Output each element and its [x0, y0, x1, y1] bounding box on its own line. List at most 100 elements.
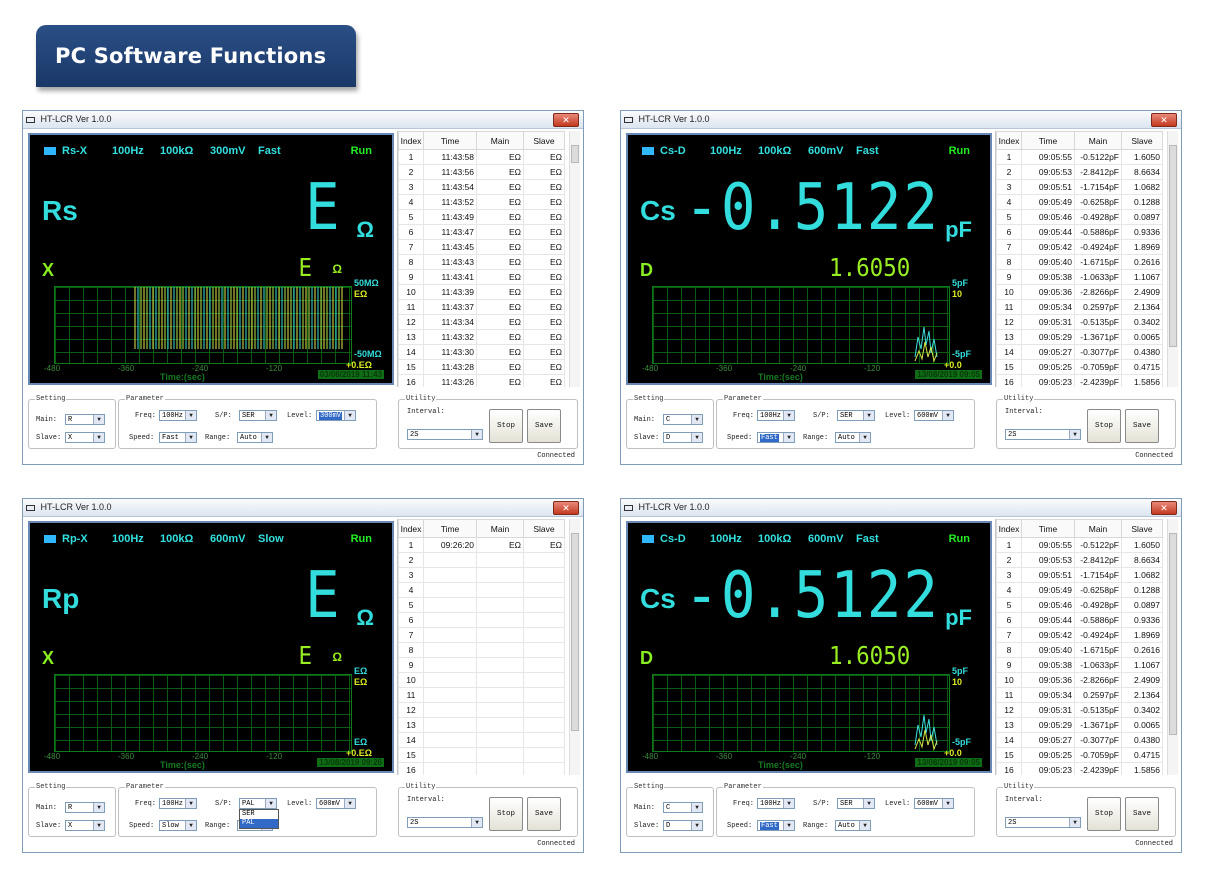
- table-row[interactable]: 9 09:05:38 -1.0633pF 1.1067: [996, 269, 1163, 285]
- table-row[interactable]: 6: [398, 612, 565, 628]
- table-row[interactable]: 16 11:43:26 EΩ EΩ: [398, 374, 565, 387]
- speed-select[interactable]: Fast ▼: [757, 820, 795, 831]
- col-main[interactable]: Main: [476, 131, 524, 150]
- sp-select[interactable]: SER ▼: [837, 798, 875, 809]
- table-row[interactable]: 3 09:05:51 -1.7154pF 1.0682: [996, 567, 1163, 583]
- sp-dropdown-list[interactable]: SER PAL: [239, 809, 279, 829]
- table-row[interactable]: 16 09:05:23 -2.4239pF 1.5856: [996, 374, 1163, 387]
- close-button[interactable]: ✕: [553, 501, 579, 515]
- table-row[interactable]: 14 09:05:27 -0.3077pF 0.4380: [996, 732, 1163, 748]
- col-time[interactable]: Time: [423, 519, 477, 538]
- level-select[interactable]: 600mV ▼: [914, 798, 954, 809]
- sp-select[interactable]: PAL ▼: [239, 798, 277, 809]
- table-row[interactable]: 9: [398, 657, 565, 673]
- main-select[interactable]: C ▼: [663, 802, 703, 813]
- table-row[interactable]: 8 09:05:40 -1.6715pF 0.2616: [996, 254, 1163, 270]
- table-row[interactable]: 14: [398, 732, 565, 748]
- table-row[interactable]: 10: [398, 672, 565, 688]
- stop-button[interactable]: Stop: [1087, 797, 1121, 831]
- table-row[interactable]: 2 11:43:56 EΩ EΩ: [398, 164, 565, 180]
- table-row[interactable]: 1 09:05:55 -0.5122pF 1.6050: [996, 149, 1163, 165]
- speed-select[interactable]: Slow ▼: [159, 820, 197, 831]
- freq-select[interactable]: 100Hz ▼: [757, 798, 795, 809]
- stop-button[interactable]: Stop: [1087, 409, 1121, 443]
- table-row[interactable]: 3 11:43:54 EΩ EΩ: [398, 179, 565, 195]
- close-button[interactable]: ✕: [1151, 113, 1177, 127]
- level-select[interactable]: 600mV ▼: [316, 798, 356, 809]
- table-row[interactable]: 5: [398, 597, 565, 613]
- main-select[interactable]: C ▼: [663, 414, 703, 425]
- dropdown-option[interactable]: PAL: [240, 819, 278, 828]
- col-slave[interactable]: Slave: [1121, 131, 1163, 150]
- table-scrollbar[interactable]: [569, 519, 580, 775]
- freq-select[interactable]: 100Hz ▼: [159, 798, 197, 809]
- table-scrollbar[interactable]: [1167, 131, 1178, 387]
- table-row[interactable]: 8: [398, 642, 565, 658]
- table-row[interactable]: 8 09:05:40 -1.6715pF 0.2616: [996, 642, 1163, 658]
- col-index[interactable]: Index: [398, 519, 424, 538]
- scroll-thumb[interactable]: [1169, 145, 1177, 347]
- range-select[interactable]: Auto ▼: [835, 820, 871, 831]
- table-row[interactable]: 12 11:43:34 EΩ EΩ: [398, 314, 565, 330]
- table-row[interactable]: 13: [398, 717, 565, 733]
- title-bar[interactable]: HT-LCR Ver 1.0.0 ✕: [23, 111, 583, 129]
- table-row[interactable]: 12 09:05:31 -0.5135pF 0.3402: [996, 702, 1163, 718]
- scroll-thumb[interactable]: [571, 145, 579, 163]
- table-row[interactable]: 11 11:43:37 EΩ EΩ: [398, 299, 565, 315]
- col-slave[interactable]: Slave: [523, 131, 565, 150]
- save-button[interactable]: Save: [527, 409, 561, 443]
- col-slave[interactable]: Slave: [1121, 519, 1163, 538]
- col-time[interactable]: Time: [1021, 519, 1075, 538]
- table-row[interactable]: 10 11:43:39 EΩ EΩ: [398, 284, 565, 300]
- slave-select[interactable]: X ▼: [65, 820, 105, 831]
- table-row[interactable]: 15 09:05:25 -0.7059pF 0.4715: [996, 747, 1163, 763]
- table-row[interactable]: 11 09:05:34 0.2597pF 2.1364: [996, 299, 1163, 315]
- interval-select[interactable]: 2S ▼: [407, 429, 483, 440]
- table-row[interactable]: 5 09:05:46 -0.4928pF 0.0897: [996, 597, 1163, 613]
- title-bar[interactable]: HT-LCR Ver 1.0.0 ✕: [621, 499, 1181, 517]
- table-row[interactable]: 2: [398, 552, 565, 568]
- table-row[interactable]: 12: [398, 702, 565, 718]
- main-select[interactable]: R ▼: [65, 802, 105, 813]
- table-row[interactable]: 7: [398, 627, 565, 643]
- table-row[interactable]: 7 09:05:42 -0.4924pF 1.8969: [996, 627, 1163, 643]
- table-row[interactable]: 4: [398, 582, 565, 598]
- col-main[interactable]: Main: [1074, 131, 1122, 150]
- title-bar[interactable]: HT-LCR Ver 1.0.0 ✕: [621, 111, 1181, 129]
- stop-button[interactable]: Stop: [489, 409, 523, 443]
- col-index[interactable]: Index: [996, 519, 1022, 538]
- slave-select[interactable]: D ▼: [663, 432, 703, 443]
- table-row[interactable]: 14 09:05:27 -0.3077pF 0.4380: [996, 344, 1163, 360]
- title-bar[interactable]: HT-LCR Ver 1.0.0 ✕: [23, 499, 583, 517]
- scroll-thumb[interactable]: [1169, 533, 1177, 735]
- table-row[interactable]: 1 09:26:20 EΩ EΩ: [398, 537, 565, 553]
- range-select[interactable]: Auto ▼: [835, 432, 871, 443]
- col-time[interactable]: Time: [423, 131, 477, 150]
- col-main[interactable]: Main: [476, 519, 524, 538]
- freq-select[interactable]: 100Hz ▼: [159, 410, 197, 421]
- close-button[interactable]: ✕: [1151, 501, 1177, 515]
- table-row[interactable]: 6 11:43:47 EΩ EΩ: [398, 224, 565, 240]
- table-row[interactable]: 3: [398, 567, 565, 583]
- table-row[interactable]: 2 09:05:53 -2.8412pF 8.6634: [996, 552, 1163, 568]
- save-button[interactable]: Save: [1125, 797, 1159, 831]
- table-row[interactable]: 16 09:05:23 -2.4239pF 1.5856: [996, 762, 1163, 775]
- table-row[interactable]: 1 11:43:58 EΩ EΩ: [398, 149, 565, 165]
- table-row[interactable]: 14 11:43:30 EΩ EΩ: [398, 344, 565, 360]
- table-row[interactable]: 4 09:05:49 -0.6258pF 0.1288: [996, 194, 1163, 210]
- save-button[interactable]: Save: [527, 797, 561, 831]
- col-time[interactable]: Time: [1021, 131, 1075, 150]
- interval-select[interactable]: 2S ▼: [1005, 817, 1081, 828]
- table-row[interactable]: 15 11:43:28 EΩ EΩ: [398, 359, 565, 375]
- close-button[interactable]: ✕: [553, 113, 579, 127]
- stop-button[interactable]: Stop: [489, 797, 523, 831]
- table-row[interactable]: 13 09:05:29 -1.3671pF 0.0065: [996, 329, 1163, 345]
- col-index[interactable]: Index: [398, 131, 424, 150]
- table-row[interactable]: 6 09:05:44 -0.5886pF 0.9336: [996, 612, 1163, 628]
- table-row[interactable]: 10 09:05:36 -2.8266pF 2.4909: [996, 284, 1163, 300]
- table-row[interactable]: 4 09:05:49 -0.6258pF 0.1288: [996, 582, 1163, 598]
- sp-select[interactable]: SER ▼: [239, 410, 277, 421]
- table-row[interactable]: 11: [398, 687, 565, 703]
- col-main[interactable]: Main: [1074, 519, 1122, 538]
- table-row[interactable]: 2 09:05:53 -2.8412pF 8.6634: [996, 164, 1163, 180]
